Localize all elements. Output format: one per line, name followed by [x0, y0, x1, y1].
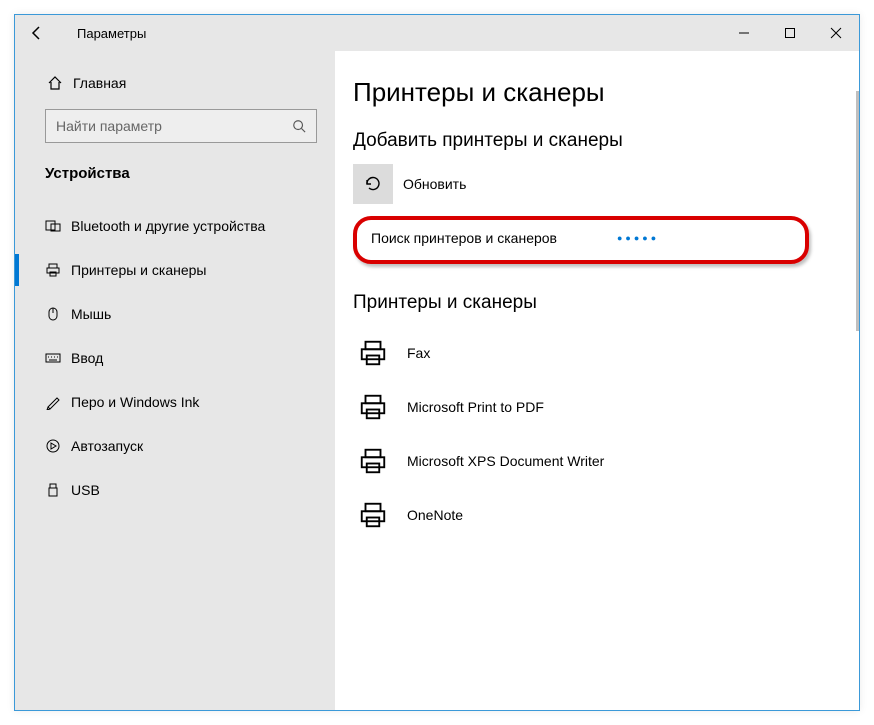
sidebar: Главная Найти параметр Устройства Blueto… [15, 51, 335, 710]
search-input[interactable]: Найти параметр [45, 109, 317, 143]
printers-heading: Принтеры и сканеры [353, 292, 839, 314]
sidebar-item-printers[interactable]: Принтеры и сканеры [15, 248, 335, 292]
usb-icon [45, 482, 71, 498]
sidebar-item-label: Bluetooth и другие устройства [71, 218, 265, 234]
refresh-label: Обновить [403, 176, 466, 192]
main-content: Принтеры и сканеры Добавить принтеры и с… [335, 51, 859, 710]
printer-item-fax[interactable]: Fax [353, 326, 839, 380]
printer-name: Microsoft XPS Document Writer [407, 453, 604, 469]
sidebar-item-label: USB [71, 482, 100, 498]
printer-icon [353, 333, 393, 373]
mouse-icon [45, 306, 71, 322]
printer-name: Fax [407, 345, 430, 361]
home-label: Главная [73, 75, 126, 91]
sidebar-item-mouse[interactable]: Мышь [15, 292, 335, 336]
home-link[interactable]: Главная [15, 65, 335, 101]
window-title: Параметры [77, 26, 146, 41]
back-button[interactable] [29, 25, 59, 41]
sidebar-item-usb[interactable]: USB [15, 468, 335, 512]
printer-item-onenote[interactable]: OneNote [353, 488, 839, 542]
keyboard-icon [45, 350, 71, 366]
printer-icon [353, 387, 393, 427]
maximize-button[interactable] [767, 15, 813, 51]
add-heading: Добавить принтеры и сканеры [353, 130, 839, 152]
progress-dots: ●●●●● [617, 233, 659, 243]
sidebar-item-label: Перо и Windows Ink [71, 394, 199, 410]
search-icon [292, 119, 306, 133]
sidebar-item-label: Принтеры и сканеры [71, 262, 206, 278]
pen-icon [45, 394, 71, 410]
printer-icon [45, 262, 71, 278]
page-title: Принтеры и сканеры [353, 77, 839, 108]
autoplay-icon [45, 438, 71, 454]
searching-status: Поиск принтеров и сканеров ●●●●● [353, 216, 809, 264]
printer-name: OneNote [407, 507, 463, 523]
printer-item-pdf[interactable]: Microsoft Print to PDF [353, 380, 839, 434]
sidebar-item-pen[interactable]: Перо и Windows Ink [15, 380, 335, 424]
minimize-button[interactable] [721, 15, 767, 51]
sidebar-item-typing[interactable]: Ввод [15, 336, 335, 380]
sidebar-item-label: Ввод [71, 350, 103, 366]
printer-icon [353, 495, 393, 535]
printer-name: Microsoft Print to PDF [407, 399, 544, 415]
sidebar-item-bluetooth[interactable]: Bluetooth и другие устройства [15, 204, 335, 248]
close-button[interactable] [813, 15, 859, 51]
devices-icon [45, 218, 71, 234]
sidebar-item-label: Мышь [71, 306, 111, 322]
scrollbar[interactable] [856, 91, 859, 331]
printer-item-xps[interactable]: Microsoft XPS Document Writer [353, 434, 839, 488]
sidebar-item-label: Автозапуск [71, 438, 143, 454]
refresh-button[interactable] [353, 164, 393, 204]
titlebar: Параметры [15, 15, 859, 51]
printer-icon [353, 441, 393, 481]
searching-text: Поиск принтеров и сканеров [371, 230, 557, 246]
home-icon [47, 75, 73, 91]
sidebar-item-autoplay[interactable]: Автозапуск [15, 424, 335, 468]
search-placeholder: Найти параметр [56, 118, 292, 134]
refresh-icon [363, 174, 383, 194]
section-heading: Устройства [15, 161, 335, 190]
